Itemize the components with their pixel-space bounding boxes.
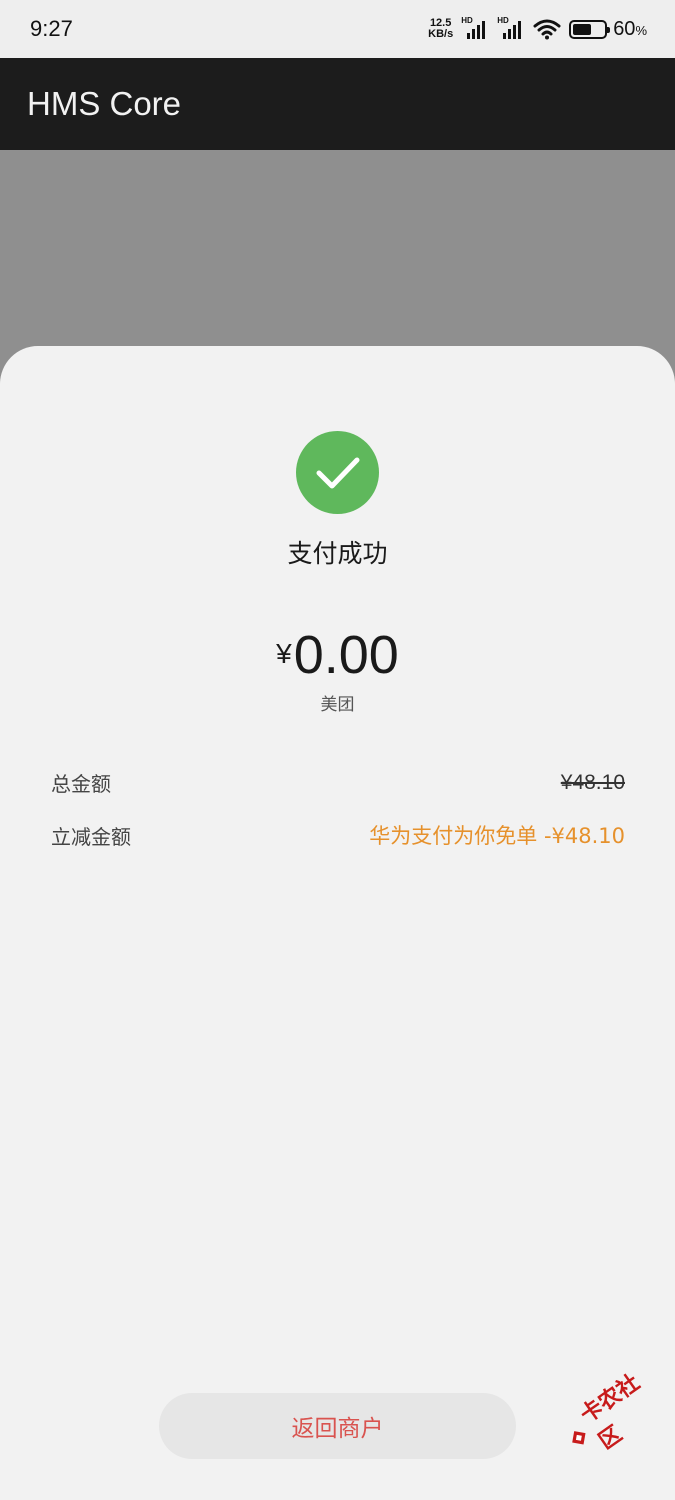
dim-overlay[interactable] [0,150,675,370]
battery-percent: 60 [613,17,636,40]
discount-label: 立减金额 [51,824,131,849]
merchant-name: 美团 [320,695,355,715]
total-amount-row: 总金额 ¥48.10 [51,768,625,797]
battery-text: 60% [613,18,647,41]
payment-status-text: 支付成功 [287,539,388,568]
signal-icon: HD [461,16,489,39]
signal-icon: HD [497,16,525,39]
battery-fill [573,23,592,35]
payment-result-sheet: 支付成功 ¥0.00 美团 总金额 ¥48.10 立减金额 华为支付为你免单 -… [0,346,675,1500]
network-speed: 12.5 KB/s [428,18,453,40]
total-amount-value: ¥48.10 [560,770,625,794]
signal-hd-label: HD [497,16,509,25]
wifi-icon [533,19,561,40]
discount-value: 华为支付为你免单 -¥48.10 [369,824,625,848]
currency-symbol: ¥ [276,638,292,669]
screen: 9:27 12.5 KB/s HD HD 60% HMS Core 支付成功 ¥… [0,0,675,1500]
check-icon [316,457,359,488]
status-icons: 12.5 KB/s HD HD 60% [428,16,647,41]
battery-icon [569,19,611,39]
battery-unit: % [635,22,647,38]
status-bar: 9:27 12.5 KB/s HD HD 60% [0,0,675,58]
signal-hd-label: HD [461,16,473,25]
return-to-merchant-button[interactable]: 返回商户 [159,1393,516,1459]
app-bar: HMS Core [0,58,675,150]
total-amount-label: 总金额 [51,772,111,796]
app-title: HMS Core [27,85,182,122]
discount-row: 立减金额 华为支付为你免单 -¥48.10 [51,820,625,850]
battery: 60% [569,18,647,41]
payment-amount: ¥0.00 [0,624,675,686]
status-time: 9:27 [30,16,73,41]
amount-value: 0.00 [293,625,399,685]
success-check-icon [296,431,379,514]
network-speed-unit: KB/s [428,28,454,40]
